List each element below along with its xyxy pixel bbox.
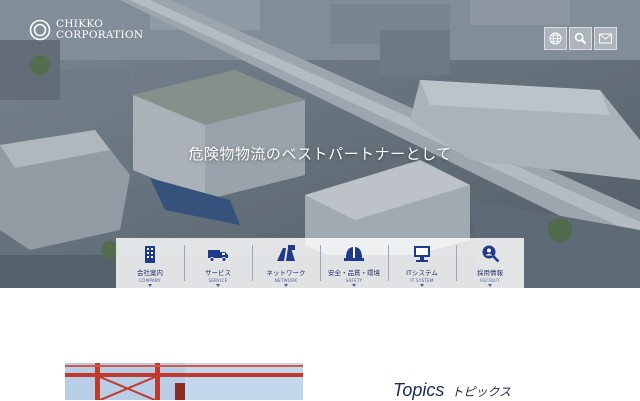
nav-label-safety: 安全・品質・環境 [328,269,380,277]
nav-label-network: ネットワーク [266,269,306,277]
chevron-down-icon [420,284,424,287]
nav-sub-company: COMPANY [139,278,161,283]
nav-label-company: 会社案内 [137,269,163,277]
chevron-down-icon [216,284,220,287]
nav-item-company[interactable]: 会社案内 COMPANY [116,238,184,288]
nav-item-safety[interactable]: 安全・品質・環境 SAFETY [320,238,388,288]
hero-tagline: 危険物物流のベストパートナーとして [188,145,452,163]
nav-item-it-system[interactable]: ITシステム IT SYSTEM [388,238,456,288]
brand-name: CHIKKO CORPORATION [56,19,143,41]
nav-sub-recruit: RECRUIT [480,278,500,283]
nav-item-recruit[interactable]: 採用情報 RECRUIT [456,238,524,288]
topics-title-ja: トピックス [451,385,512,399]
circle-ring-logo-icon [29,19,51,41]
nav-sub-safety: SAFETY [345,278,363,283]
nav-label-recruit: 採用情報 [477,269,503,277]
nav-item-network[interactable]: ネットワーク NETWORK [252,238,320,288]
building-icon [145,246,155,263]
chevron-down-icon [284,284,288,287]
brand-name-line2: CORPORATION [56,29,144,41]
main-navigation: 会社案内 COMPANY サービス SERVICE ネットワーク NETWORK… [116,238,524,288]
nav-item-service[interactable]: サービス SERVICE [184,238,252,288]
magnifier-person-icon [482,245,500,263]
nav-sub-it-system: IT SYSTEM [410,278,434,283]
contact-mail-button[interactable] [594,27,617,50]
nav-label-it-system: ITシステム [406,269,438,277]
brand-logo[interactable]: CHIKKO CORPORATION [29,19,143,41]
search-icon [574,32,587,45]
nav-sub-service: SERVICE [208,278,228,283]
feature-port-photo[interactable] [65,363,303,400]
search-button[interactable] [569,27,592,50]
chevron-down-icon [148,284,152,287]
chevron-down-icon [488,284,492,287]
network-road-icon [277,245,295,261]
port-crane-photo [65,363,303,400]
nav-label-service: サービス [205,269,231,277]
nav-sub-network: NETWORK [274,278,298,283]
chevron-down-icon [352,284,356,287]
helmet-icon [344,247,364,261]
truck-icon [208,250,228,262]
language-button[interactable] [544,27,567,50]
topics-title-en: Topics [393,380,445,400]
mail-icon [599,33,612,44]
topics-heading: Topics トピックス [393,380,511,401]
computer-icon [414,246,430,262]
hero-section: CHIKKO CORPORATION 危険物物流のベストパートナーとして 会社案… [0,0,640,288]
language-globe-icon [549,32,562,45]
header-utility-icons [544,27,617,50]
